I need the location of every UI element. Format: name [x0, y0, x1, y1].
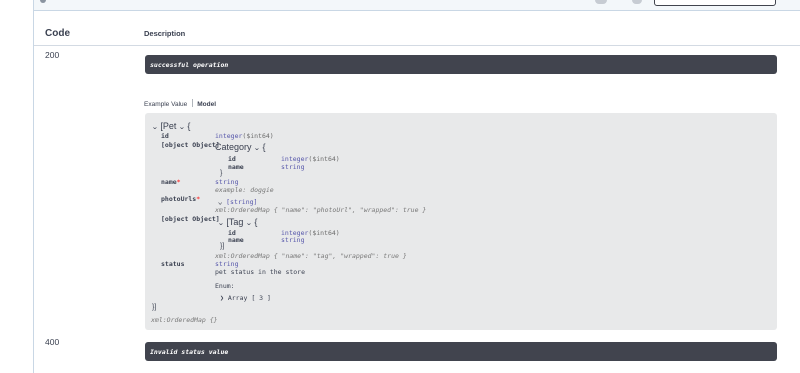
field-name: name* — [161, 178, 181, 186]
responses-panel: Code Description 200 successful operatio… — [33, 0, 800, 373]
model-title: [Pet — [160, 121, 177, 131]
tab-divider — [192, 99, 194, 107]
field-name: name — [228, 236, 244, 244]
tab-model[interactable]: Model — [197, 101, 216, 108]
xml-info: xml:OrderedMap { "name": "photoUrl", "wr… — [215, 206, 427, 214]
chevron-down-icon: ⌄ — [245, 220, 253, 227]
xml-info: xml:OrderedMap { "name": "tag", "wrapped… — [215, 252, 407, 260]
field-description: pet status in the store — [215, 268, 306, 276]
brace: } — [220, 170, 223, 177]
model-title: [Tag — [226, 217, 244, 227]
model-root-toggle[interactable]: ⌄ [Pet ⌄ { — [151, 121, 191, 131]
control-indicator[interactable] — [595, 0, 607, 4]
enum-label: Enum: — [215, 282, 235, 290]
response-code: 200 — [45, 50, 60, 60]
response-description: Invalid status value — [145, 342, 777, 361]
chevron-down-icon: ⌄ — [217, 198, 223, 206]
field-example: example: doggie — [215, 186, 274, 194]
brace: { — [187, 121, 191, 131]
header-divider — [34, 45, 800, 46]
field-name: id — [228, 155, 236, 163]
brace: { — [262, 142, 266, 152]
field-name: status — [161, 260, 185, 268]
code-column-header: Code — [45, 28, 70, 39]
field-type: string — [281, 236, 305, 244]
panel-marker — [40, 0, 46, 3]
tab-example-value[interactable]: Example Value — [144, 101, 187, 108]
brace: }] — [220, 243, 225, 250]
field-name: [object Object] — [161, 141, 220, 149]
field-type: string — [215, 178, 239, 186]
brace: }] — [152, 304, 157, 311]
content-type-select[interactable] — [654, 0, 776, 6]
field-name: id — [161, 132, 169, 140]
field-name: name — [228, 163, 244, 171]
field-name: photoUrls* — [161, 195, 201, 203]
required-marker: * — [176, 178, 181, 186]
response-code: 400 — [45, 337, 60, 347]
model-title: Category — [215, 142, 252, 152]
response-description: successful operation — [145, 55, 777, 74]
chevron-right-icon: ❯ — [220, 294, 224, 302]
required-marker: * — [196, 195, 201, 203]
xml-info: xml:OrderedMap {} — [151, 316, 218, 324]
field-type: integer($int64) — [215, 132, 274, 140]
field-name: [object Object] — [161, 215, 220, 223]
chevron-down-icon: ⌄ — [178, 124, 186, 131]
control-indicator[interactable] — [632, 0, 642, 4]
enum-toggle[interactable]: ❯ Array [ 3 ] — [220, 294, 271, 302]
field-type: string — [281, 163, 305, 171]
model-schema-box: ⌄ [Pet ⌄ { id integer($int64) [object Ob… — [145, 113, 777, 330]
chevron-down-icon: ⌄ — [253, 145, 261, 152]
example-model-tabs: Example Value Model — [144, 99, 216, 108]
tags-model-toggle[interactable]: ⌄ [Tag ⌄ { — [217, 217, 258, 227]
photourls-toggle[interactable]: ⌄ [string] — [217, 198, 258, 206]
field-type: string — [215, 260, 239, 268]
brace: { — [254, 217, 258, 227]
field-type: integer($int64) — [281, 155, 340, 163]
chevron-down-icon: ⌄ — [217, 220, 225, 227]
description-column-header: Description — [144, 29, 186, 38]
chevron-down-icon: ⌄ — [151, 124, 159, 131]
panel-top-bar — [34, 0, 800, 11]
category-model-toggle[interactable]: Category ⌄ { — [215, 142, 265, 152]
